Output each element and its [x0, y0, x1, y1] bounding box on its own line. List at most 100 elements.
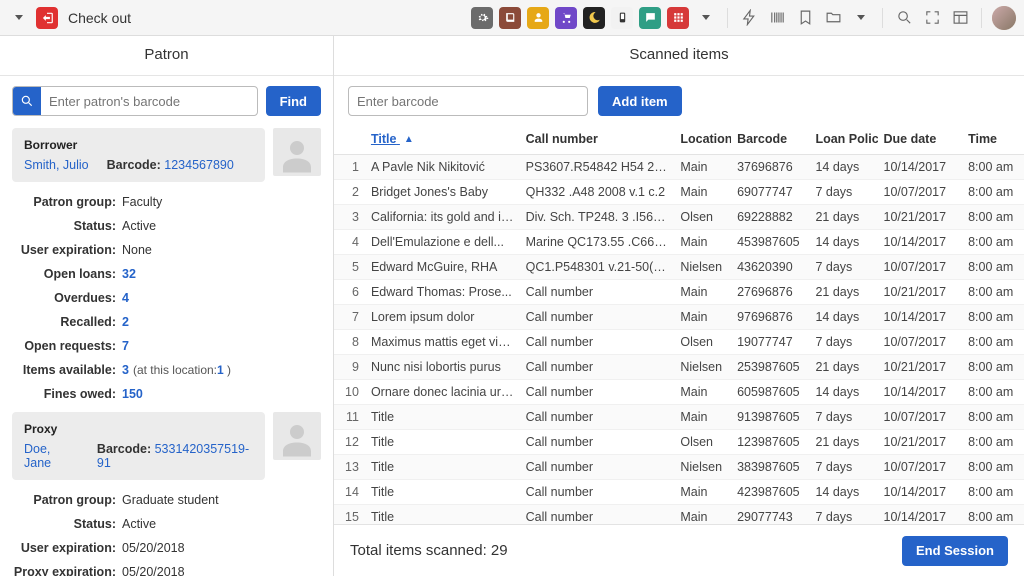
folder-button[interactable]	[822, 7, 844, 29]
item-barcode-input[interactable]	[349, 94, 587, 109]
chevron-down-icon	[702, 15, 710, 20]
kv-key: Status:	[12, 219, 116, 233]
table-row[interactable]: 10Ornare donec lacinia urnaCall numberMa…	[334, 380, 1024, 405]
app-square-settings[interactable]	[471, 7, 493, 29]
proxy-name-link[interactable]: Doe, Jane	[24, 442, 79, 470]
kv-paren-value[interactable]: 1	[217, 363, 224, 377]
kv-value[interactable]: 32	[122, 267, 136, 281]
borrower-name-link[interactable]: Smith, Julio	[24, 158, 89, 172]
col-loan-policy[interactable]: Loan Policy	[809, 124, 877, 155]
app-list-dropdown[interactable]	[695, 7, 717, 29]
cell-time: 8:00 am	[962, 455, 1024, 480]
bookmark-button[interactable]	[794, 7, 816, 29]
item-barcode-search[interactable]	[348, 86, 588, 116]
kv-value[interactable]: 7	[122, 339, 129, 353]
phone-icon	[616, 11, 629, 24]
kv-patron_group: Patron group:Faculty	[12, 190, 321, 214]
col-title[interactable]: Title ▲	[365, 124, 520, 155]
borrower-barcode-link[interactable]: 1234567890	[164, 158, 234, 172]
table-row[interactable]: 13TitleCall numberNielsen3839876057 days…	[334, 455, 1024, 480]
app-square-eholdings[interactable]	[583, 7, 605, 29]
kv-key: Open requests:	[12, 339, 116, 353]
folder-dropdown[interactable]	[850, 7, 872, 29]
kv-key: User expiration:	[12, 541, 116, 555]
table-row[interactable]: 14TitleCall numberMain42398760514 days10…	[334, 480, 1024, 505]
patron-barcode-search[interactable]	[12, 86, 258, 116]
app-square-inventory[interactable]	[499, 7, 521, 29]
layout-button[interactable]	[949, 7, 971, 29]
kv-overdues: Overdues: 4	[12, 286, 321, 310]
cell-time: 8:00 am	[962, 205, 1024, 230]
cell-title: Title	[365, 405, 520, 430]
kv-key: Status:	[12, 517, 116, 531]
kv-value[interactable]: 150	[122, 387, 143, 401]
kv-status: Status: Active	[12, 512, 321, 536]
table-row[interactable]: 1A Pavle Nik NikitovićPS3607.R54842 H54 …	[334, 155, 1024, 180]
cell-policy: 7 days	[809, 255, 877, 280]
kv-key: Open loans:	[12, 267, 116, 281]
table-row[interactable]: 6Edward Thomas: Prose...Call numberMain2…	[334, 280, 1024, 305]
person-silhouette-icon	[276, 418, 318, 460]
app-square-orders[interactable]	[555, 7, 577, 29]
kv-key: Patron group:	[12, 195, 116, 209]
table-row[interactable]: 11TitleCall numberMain9139876057 days10/…	[334, 405, 1024, 430]
app-icon-checkout[interactable]	[36, 7, 58, 29]
table-row[interactable]: 5Edward McGuire, RHAQC1.P548301 v.21-50(…	[334, 255, 1024, 280]
proxy-card: Proxy Doe, Jane Barcode: 5331420357519­9…	[12, 412, 265, 480]
table-row[interactable]: 7Lorem ipsum dolorCall numberMain9769687…	[334, 305, 1024, 330]
kv-value: Active	[122, 517, 156, 531]
cell-index: 4	[334, 230, 365, 255]
kv-value[interactable]: 3	[122, 363, 129, 377]
grid-icon	[672, 11, 685, 24]
lightning-button[interactable]	[738, 7, 760, 29]
table-row[interactable]: 8Maximus mattis eget vitaeCall numberOls…	[334, 330, 1024, 355]
barcode-button[interactable]	[766, 7, 788, 29]
cell-location: Nielsen	[674, 255, 731, 280]
end-session-button[interactable]: End Session	[902, 536, 1008, 566]
cell-title: Dell'Emulazione e dell...	[365, 230, 520, 255]
app-square-users[interactable]	[527, 7, 549, 29]
kv-key: Items available:	[12, 363, 116, 377]
cell-barcode: 43620390	[731, 255, 809, 280]
find-button[interactable]: Find	[266, 86, 321, 116]
cell-index: 14	[334, 480, 365, 505]
kv-items_available: Items available:3 (at this location:1 )	[12, 358, 321, 382]
add-item-button[interactable]: Add item	[598, 86, 682, 116]
table-row[interactable]: 4Dell'Emulazione e dell...Marine QC173.5…	[334, 230, 1024, 255]
fullscreen-button[interactable]	[921, 7, 943, 29]
app-square-more[interactable]	[667, 7, 689, 29]
app-title: Check out	[68, 10, 131, 26]
person-silhouette-icon	[276, 134, 318, 176]
patron-barcode-input[interactable]	[41, 94, 257, 109]
kv-key: Overdues:	[12, 291, 116, 305]
cell-location: Nielsen	[674, 355, 731, 380]
kv-value[interactable]: 2	[122, 315, 129, 329]
table-row[interactable]: 12TitleCall numberOlsen12398760521 days1…	[334, 430, 1024, 455]
table-row[interactable]: 15TitleCall numberMain290777437 days10/1…	[334, 505, 1024, 525]
col-barcode[interactable]: Barcode	[731, 124, 809, 155]
app-chooser-dropdown[interactable]	[8, 7, 30, 29]
cell-barcode: 69077747	[731, 180, 809, 205]
app-square-checkin[interactable]	[611, 7, 633, 29]
app-square-requests[interactable]	[639, 7, 661, 29]
cell-due: 10/07/2017	[878, 455, 963, 480]
table-row[interactable]: 9Nunc nisi lobortis purusCall numberNiel…	[334, 355, 1024, 380]
user-avatar[interactable]	[992, 6, 1016, 30]
cell-barcode: 423987605	[731, 480, 809, 505]
table-row[interactable]: 2Bridget Jones's BabyQH332 .A48 2008 v.1…	[334, 180, 1024, 205]
cell-barcode: 253987605	[731, 355, 809, 380]
col-call-number[interactable]: Call number	[520, 124, 675, 155]
kv-value[interactable]: 4	[122, 291, 129, 305]
search-button[interactable]	[893, 7, 915, 29]
col-location[interactable]: Location	[674, 124, 731, 155]
table-row[interactable]: 3California: its gold and its...Div. Sch…	[334, 205, 1024, 230]
cell-call: Call number	[520, 505, 675, 525]
col-time[interactable]: Time	[962, 124, 1024, 155]
cell-call: Call number	[520, 430, 675, 455]
cell-policy: 7 days	[809, 455, 877, 480]
cell-policy: 21 days	[809, 355, 877, 380]
cell-time: 8:00 am	[962, 305, 1024, 330]
cell-location: Main	[674, 380, 731, 405]
col-due-date[interactable]: Due date	[878, 124, 963, 155]
kv-user_expiration: User expiration:05/20/2018	[12, 536, 321, 560]
